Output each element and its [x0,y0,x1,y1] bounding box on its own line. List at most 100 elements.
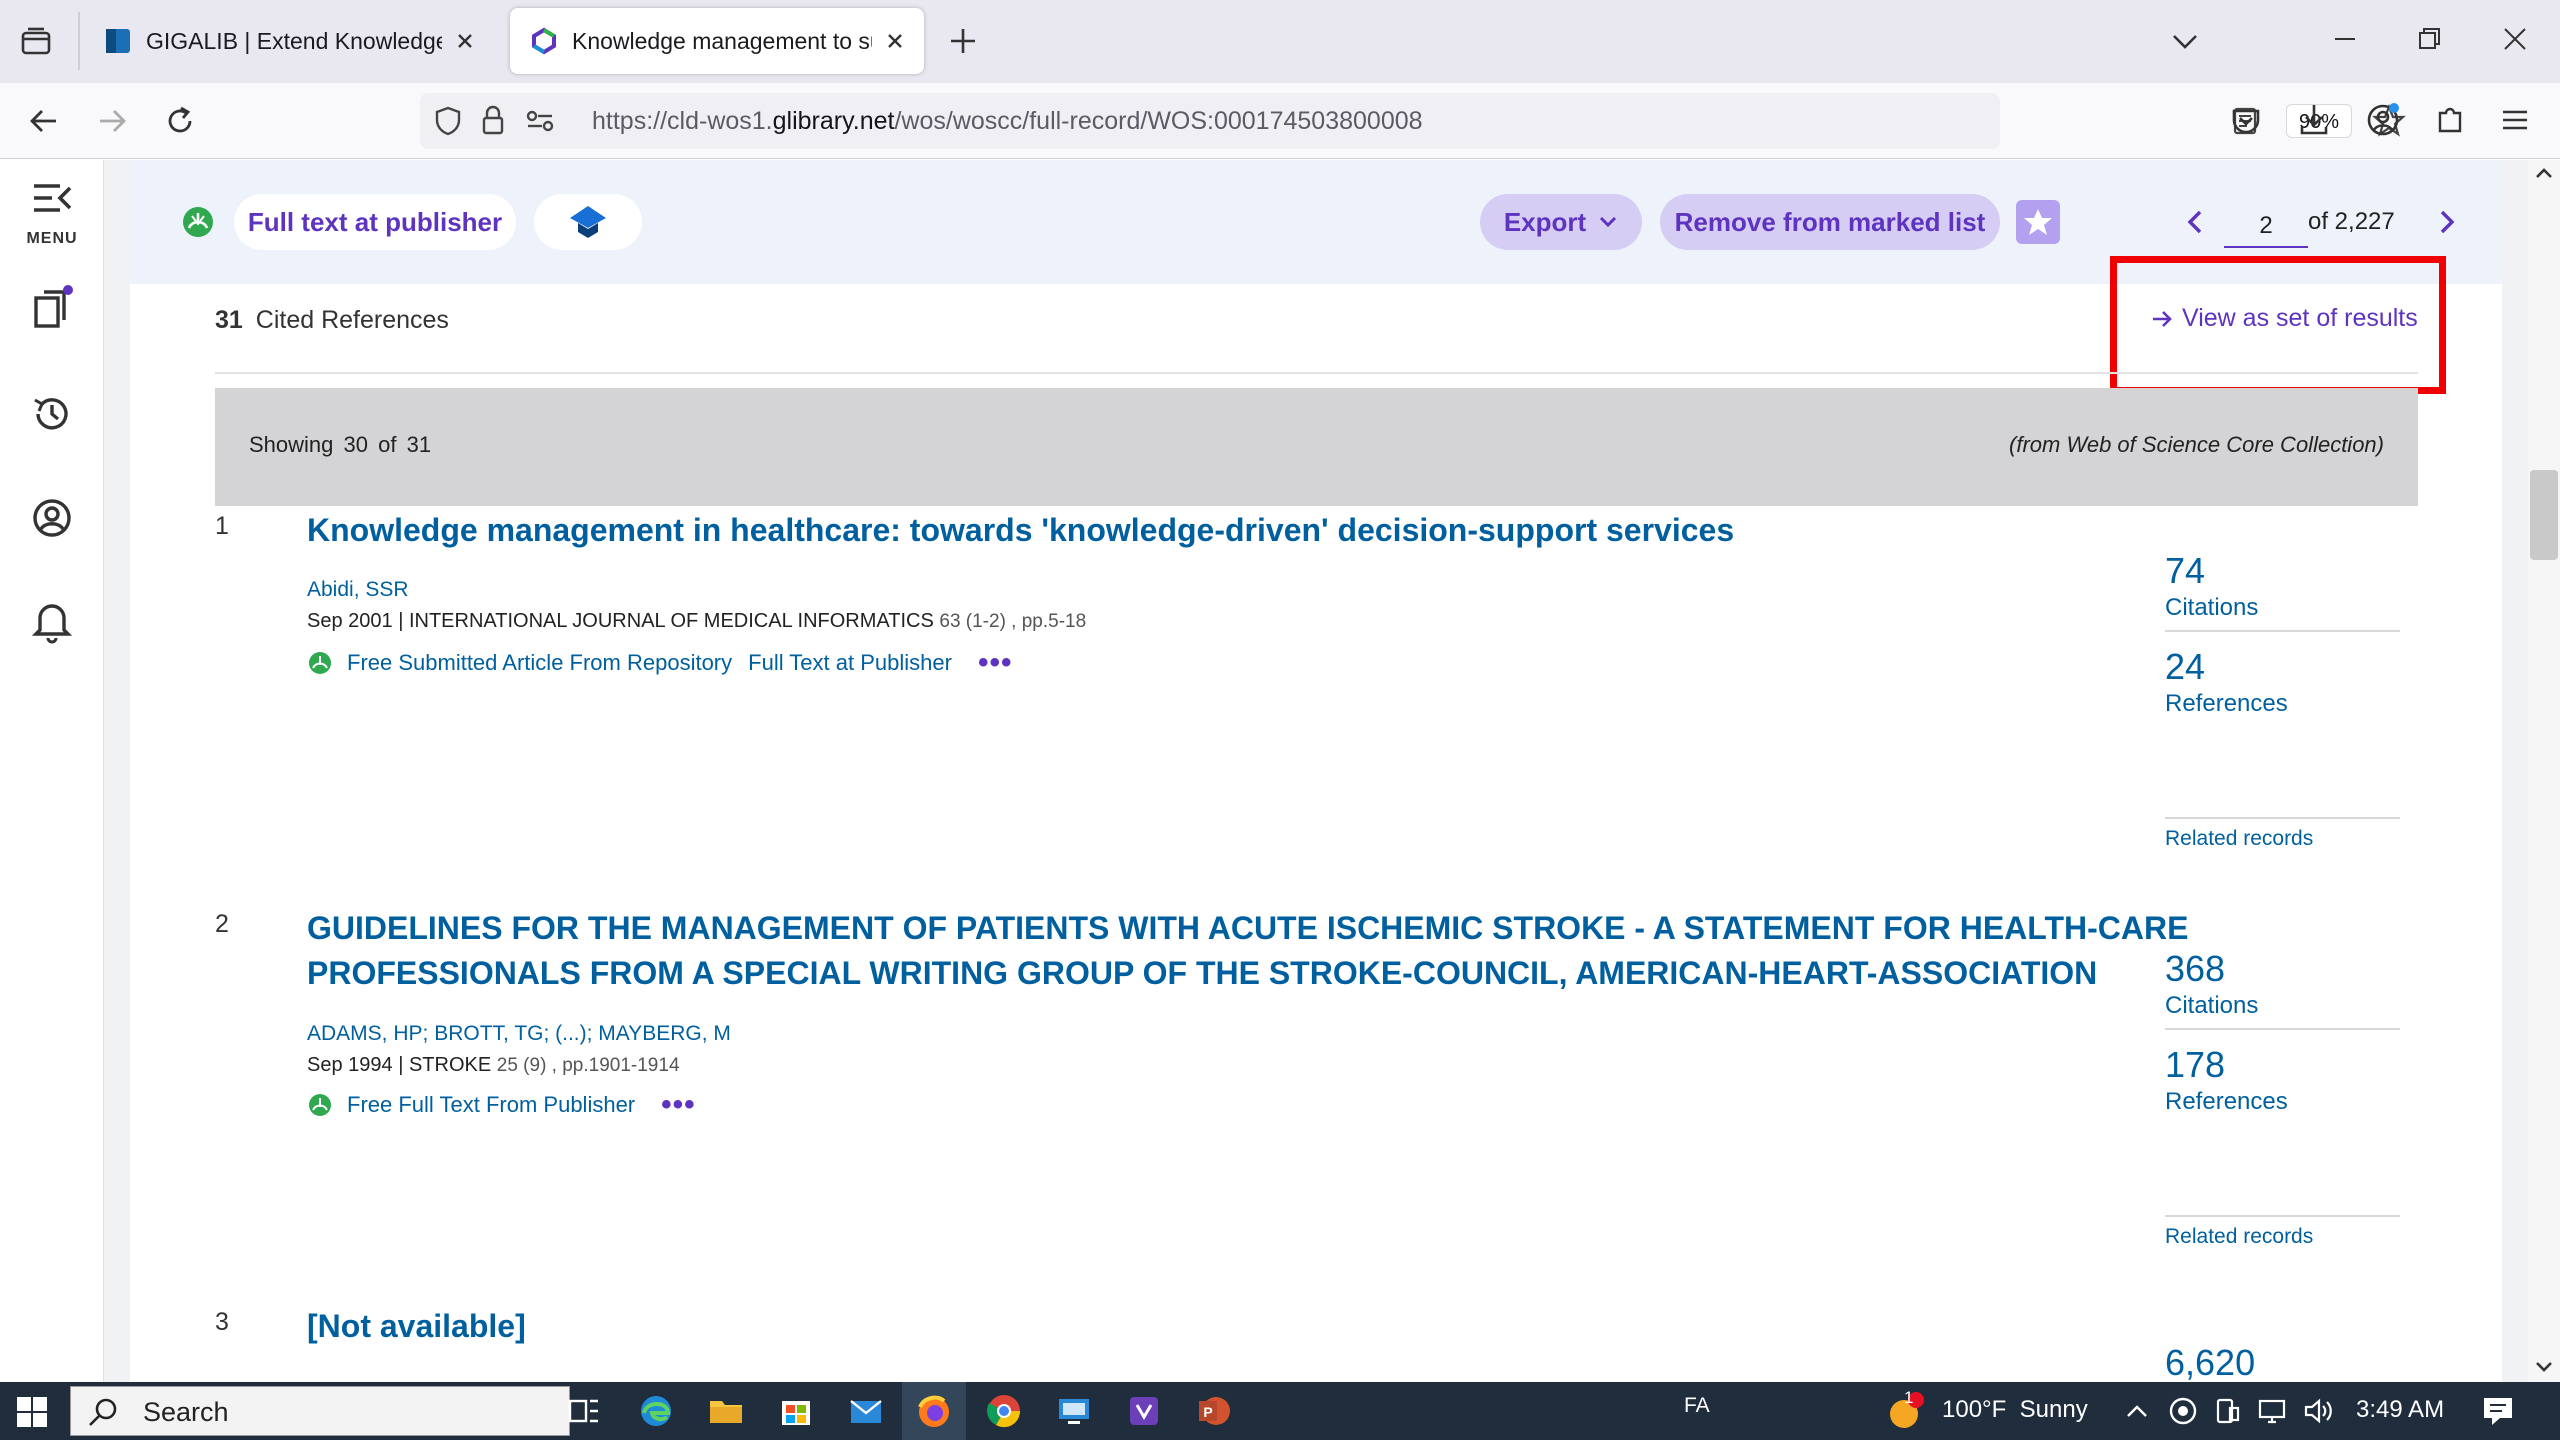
marked-list-icon[interactable] [24,284,80,332]
windows-start-icon[interactable] [16,1396,48,1428]
citations-metric[interactable]: 6,620 [2165,1342,2400,1382]
record-title-link[interactable]: GUIDELINES FOR THE MANAGEMENT OF PATIENT… [307,906,2207,996]
citations-count[interactable]: 74 [2165,550,2400,592]
free-submitted-article-link[interactable]: Free Submitted Article From Repository [347,650,732,676]
tab-knowledge-management[interactable]: Knowledge management to sup [510,8,924,74]
references-metric[interactable]: 24 References [2165,646,2400,720]
tab-overview-icon[interactable] [18,24,54,60]
close-tab-icon[interactable] [452,28,478,54]
gigalib-favicon-icon [104,27,132,55]
previous-record-icon[interactable] [2182,204,2210,240]
export-dropdown-button[interactable]: Export [1480,194,1642,250]
forward-arrow-icon[interactable] [94,103,130,139]
weather-text[interactable]: 100°F Sunny [1942,1396,2088,1424]
volume-icon[interactable] [2302,1396,2334,1426]
cited-count: 31 [215,306,243,334]
device-icon[interactable] [2212,1396,2242,1426]
list-all-tabs-icon[interactable] [2168,26,2202,56]
minimize-icon[interactable] [2330,24,2360,54]
references-metric[interactable]: 178 References [2165,1044,2400,1118]
account-icon[interactable] [2364,101,2402,139]
menu-label[interactable]: MENU [0,230,104,248]
alerts-bell-icon[interactable] [24,598,80,644]
references-label[interactable]: References [2165,688,2400,720]
network-icon[interactable] [2256,1396,2288,1426]
reload-icon[interactable] [162,103,198,139]
downloads-icon[interactable] [2296,101,2332,139]
references-count[interactable]: 178 [2165,1044,2400,1086]
history-icon[interactable] [24,392,80,436]
taskbar-search-box[interactable]: Search [70,1386,570,1436]
chrome-icon[interactable] [984,1391,1024,1431]
notifications-icon[interactable] [2480,1394,2516,1428]
references-count[interactable]: 24 [2165,646,2400,688]
record-volume: 25 (9) , pp.1901-1914 [496,1055,680,1076]
url-text[interactable]: https://cld-wos1.glibrary.net/wos/woscc/… [592,107,1423,136]
showing-count-text: Showing 30 of 31 [249,432,431,458]
edge-browser-icon[interactable] [636,1391,676,1431]
meet-now-icon[interactable] [2168,1396,2198,1426]
pocket-icon[interactable] [2228,103,2264,139]
restore-icon[interactable] [2414,24,2444,54]
citations-label[interactable]: Citations [2165,990,2400,1022]
record-authors[interactable]: ADAMS, HP; BROTT, TG; (...); MAYBERG, M [307,1022,731,1046]
extensions-icon[interactable] [2432,101,2468,137]
record-title-link[interactable]: Knowledge management in healthcare: towa… [307,508,2207,553]
tab-title: GIGALIB | Extend Knowledge [146,27,442,54]
remove-from-marked-list-button[interactable]: Remove from marked list [1660,194,2000,250]
shield-icon[interactable] [432,105,464,137]
close-window-icon[interactable] [2500,24,2530,54]
permissions-icon[interactable] [524,106,556,136]
free-full-text-from-publisher-link[interactable]: Free Full Text From Publisher [347,1092,635,1118]
input-language[interactable]: FA [1684,1394,1710,1418]
tab-gigalib[interactable]: GIGALIB | Extend Knowledge [84,8,494,74]
hamburger-menu-icon[interactable] [2498,103,2532,137]
related-records-link[interactable]: Related records [2165,1215,2400,1249]
open-access-icon [307,650,333,676]
back-arrow-icon[interactable] [26,103,62,139]
clarivate-favicon-icon [530,27,558,55]
record-authors[interactable]: Abidi, SSR [307,578,409,602]
full-text-at-publisher-button[interactable]: Full text at publisher [234,194,516,250]
record-page-input[interactable]: 2 [2224,204,2308,248]
app-purple-icon[interactable] [1124,1391,1164,1431]
powerpoint-icon[interactable]: P [1194,1391,1234,1431]
next-record-icon[interactable] [2432,204,2460,240]
page-content: MENU Full text at publisher Export Remov… [0,160,2560,1382]
microsoft-store-icon[interactable] [776,1391,816,1431]
scrollbar-thumb[interactable] [2530,470,2558,560]
system-clock[interactable]: 3:49 AM [2356,1396,2444,1424]
show-hidden-icons-icon[interactable] [2124,1400,2150,1422]
profile-icon[interactable] [24,496,80,540]
more-options-icon[interactable]: ••• [661,1090,696,1120]
remote-desktop-icon[interactable] [1054,1391,1094,1431]
library-link-button[interactable] [534,194,642,250]
open-access-icon [307,1092,333,1118]
menu-collapse-icon[interactable] [24,178,80,218]
more-options-icon[interactable]: ••• [978,648,1013,678]
showing-count: 30 [343,432,368,457]
search-icon [87,1397,119,1429]
new-tab-icon[interactable] [946,24,980,58]
scroll-down-icon[interactable] [2534,1360,2554,1374]
scroll-up-icon[interactable] [2534,166,2554,180]
related-records-link[interactable]: Related records [2165,817,2400,851]
close-tab-icon[interactable] [882,28,908,54]
marked-star-icon[interactable] [2016,200,2060,244]
page-scrollbar[interactable] [2528,160,2560,1382]
citations-metric[interactable]: 368 Citations [2165,948,2400,1030]
open-access-icon [180,204,216,240]
file-explorer-icon[interactable] [706,1391,746,1431]
citations-count[interactable]: 6,620 [2165,1342,2400,1382]
firefox-icon[interactable] [914,1391,954,1431]
citations-count[interactable]: 368 [2165,948,2400,990]
address-bar[interactable]: https://cld-wos1.glibrary.net/wos/woscc/… [420,93,2406,149]
citations-label[interactable]: Citations [2165,592,2400,624]
mail-icon[interactable] [846,1391,886,1431]
task-view-icon[interactable] [564,1391,604,1431]
lock-icon[interactable] [478,104,508,136]
full-text-at-publisher-link[interactable]: Full Text at Publisher [748,650,952,676]
record-title-link[interactable]: [Not available] [307,1304,2207,1349]
citations-metric[interactable]: 74 Citations [2165,550,2400,632]
references-label[interactable]: References [2165,1086,2400,1118]
